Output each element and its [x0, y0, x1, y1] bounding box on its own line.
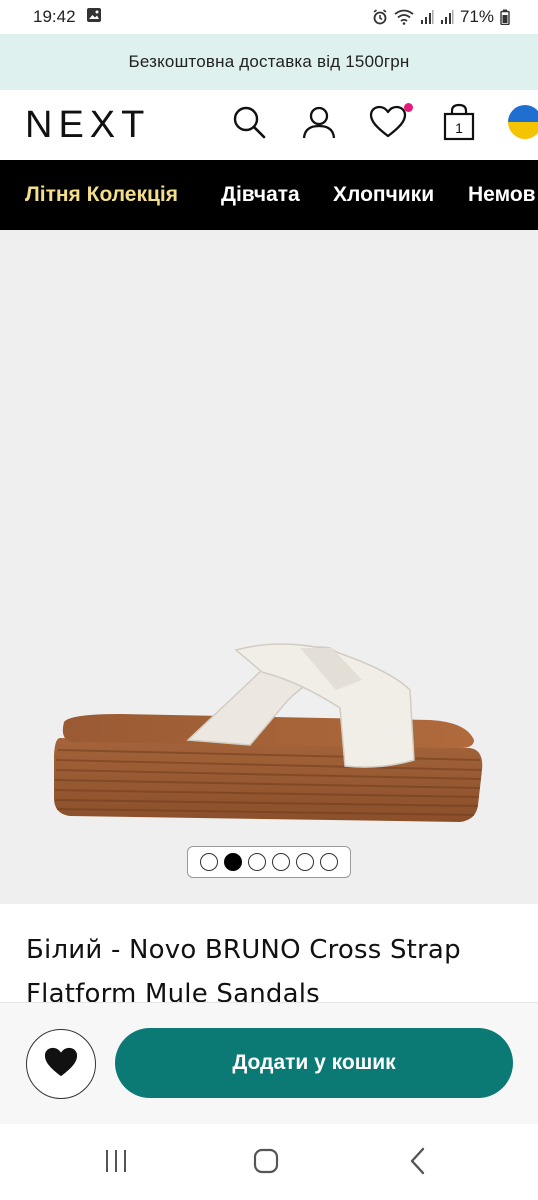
- signal-icon-2: [440, 9, 454, 25]
- recent-apps-icon: [102, 1148, 130, 1179]
- nav-item-girls[interactable]: Дівчата: [221, 160, 300, 230]
- back-button[interactable]: [398, 1147, 438, 1180]
- category-nav: Літня Колекція Дівчата Хлопчики Немов: [0, 160, 538, 230]
- wishlist-badge-dot: [404, 103, 413, 112]
- account-button[interactable]: [299, 104, 339, 144]
- status-right: 71%: [372, 7, 510, 27]
- wifi-icon: [394, 9, 414, 25]
- promo-text: Безкоштовна доставка від 1500грн: [128, 52, 410, 71]
- action-bar: Додати у кошик: [0, 1002, 538, 1124]
- gallery-dot-5[interactable]: [296, 853, 314, 871]
- search-icon: [231, 104, 267, 145]
- status-time: 19:42: [33, 7, 76, 26]
- wishlist-button[interactable]: [368, 103, 413, 145]
- ukraine-flag-icon: [508, 104, 538, 144]
- gallery-pagination: [187, 846, 351, 878]
- alarm-icon: [372, 9, 388, 25]
- add-to-bag-button[interactable]: Додати у кошик: [115, 1028, 513, 1098]
- nav-item-summer-collection[interactable]: Літня Колекція: [25, 160, 178, 230]
- battery-percent: 71%: [459, 7, 494, 26]
- system-nav-bar: [0, 1124, 538, 1200]
- status-bar: 19:42 71%: [0, 0, 538, 34]
- gallery-notification-icon: [86, 7, 102, 28]
- heart-icon: [42, 1045, 80, 1084]
- nav-item-baby[interactable]: Немов: [468, 160, 536, 230]
- country-selector[interactable]: [508, 104, 538, 144]
- gallery-dot-1[interactable]: [200, 853, 218, 871]
- home-button[interactable]: [246, 1148, 286, 1178]
- nav-item-boys[interactable]: Хлопчики: [333, 160, 434, 230]
- gallery-dot-4[interactable]: [272, 853, 290, 871]
- sandal-image: [54, 643, 483, 822]
- add-to-favourites-button[interactable]: [26, 1029, 96, 1099]
- next-logo[interactable]: NEXT: [25, 106, 150, 144]
- gallery-dot-2[interactable]: [224, 853, 242, 871]
- search-button[interactable]: [229, 104, 269, 144]
- gallery-dot-3[interactable]: [248, 853, 266, 871]
- home-icon: [252, 1147, 280, 1180]
- gallery-dot-6[interactable]: [320, 853, 338, 871]
- promo-banner[interactable]: Безкоштовна доставка від 1500грн: [0, 34, 538, 90]
- product-image-gallery[interactable]: [0, 230, 538, 904]
- battery-icon: [500, 9, 510, 25]
- wishlist-heart-icon: [368, 104, 408, 145]
- site-header: NEXT 1: [0, 90, 538, 160]
- shopping-bag-button[interactable]: 1: [439, 103, 479, 144]
- recent-apps-button[interactable]: [96, 1148, 136, 1178]
- status-left: 19:42: [33, 7, 102, 28]
- bag-count: 1: [455, 120, 463, 136]
- account-icon: [301, 104, 337, 145]
- signal-icon-1: [420, 9, 434, 25]
- back-icon: [406, 1147, 430, 1180]
